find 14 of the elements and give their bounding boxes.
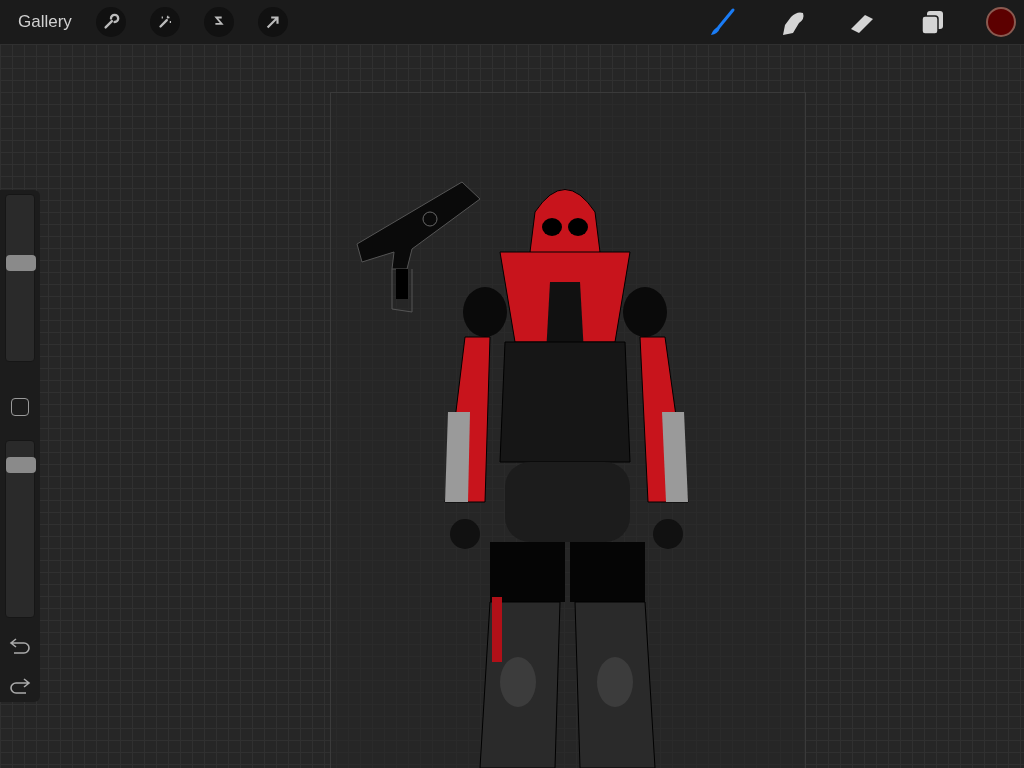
color-swatch[interactable] [986,7,1016,37]
wrench-button[interactable] [95,7,126,37]
magic-wand-button[interactable] [149,7,180,37]
brush-size-slider[interactable] [5,194,35,362]
wrench-icon [101,13,120,31]
arrow-button[interactable] [257,7,288,37]
selection-button[interactable] [203,7,234,37]
redo-icon[interactable] [8,676,32,696]
slider-thumb[interactable] [6,255,36,271]
slider-thumb[interactable] [6,457,36,473]
modify-button[interactable] [11,398,29,416]
opacity-slider[interactable] [5,440,35,618]
undo-icon[interactable] [8,636,32,656]
gallery-button[interactable]: Gallery [0,9,72,35]
